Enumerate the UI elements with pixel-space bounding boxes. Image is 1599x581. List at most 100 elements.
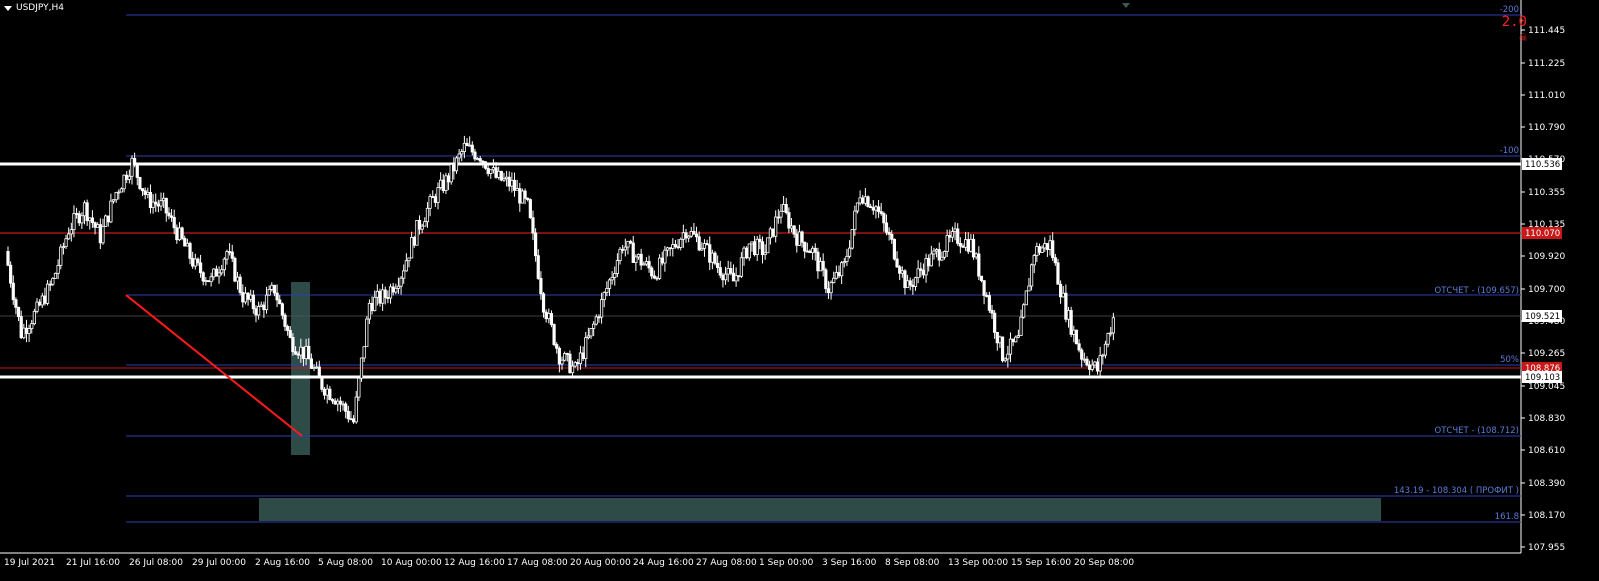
candle-body (700, 247, 704, 251)
candle-body (903, 270, 907, 289)
candle-body (752, 241, 757, 255)
candle-body (1088, 364, 1092, 370)
time-label: 10 Aug 00:00 (381, 558, 442, 568)
candle-body (428, 196, 432, 209)
candle-body (628, 240, 633, 244)
price-tick: 109.920 (1528, 252, 1565, 262)
candle-body (117, 191, 121, 194)
candle-body (927, 258, 931, 267)
candle-body (900, 270, 904, 274)
candle-body (11, 282, 15, 301)
candle-body (106, 215, 110, 223)
candle-body (961, 245, 965, 248)
candle-body (518, 188, 522, 204)
candle-body (800, 231, 804, 243)
candle-body (1011, 338, 1015, 343)
candle-body (842, 261, 846, 264)
candle-body (948, 235, 952, 238)
candle-body (35, 301, 39, 312)
candle-body (143, 190, 147, 195)
candle-body (257, 305, 261, 316)
tag-red: 110.070 (1522, 227, 1562, 239)
candle-body (185, 242, 189, 247)
candle-body (618, 248, 622, 261)
candle-body (745, 247, 749, 259)
fib-label-report-upper: ОТСЧЕТ - (109.657) (1435, 286, 1519, 296)
candle-body (694, 233, 699, 238)
candle-body (249, 294, 253, 300)
candle-body (787, 212, 791, 229)
tag-current-text: 109.521 (1525, 312, 1560, 322)
candle-body (958, 243, 962, 247)
candle-body (776, 216, 780, 219)
candle-body (966, 239, 970, 252)
candle-body (378, 290, 382, 304)
candle-body (67, 233, 71, 240)
candle-body (217, 272, 221, 277)
candle-body (774, 216, 778, 237)
time-label: 17 Aug 08:00 (507, 558, 568, 568)
candle-body (61, 246, 66, 249)
candle-body (597, 316, 601, 319)
candle-body (547, 313, 551, 320)
candle-body (402, 270, 406, 279)
candle-body (919, 268, 923, 271)
candle-body (286, 326, 290, 331)
candle-body (739, 257, 743, 277)
candle-body (444, 175, 448, 191)
candle-body (212, 268, 216, 278)
candle-body (721, 274, 725, 281)
candle-body (399, 277, 403, 287)
candle-body (1014, 336, 1018, 343)
candle-body (336, 400, 340, 405)
candle-body (515, 188, 519, 191)
candle-body (723, 273, 728, 281)
time-axis[interactable]: 19 Jul 2021 21 Jul 16:00 26 Jul 08:00 29… (4, 558, 1134, 568)
chevron-down-icon[interactable] (4, 5, 12, 11)
symbol-title[interactable]: USDJPY,H4 (4, 3, 64, 13)
candle-body (346, 410, 350, 420)
candle-body (98, 224, 102, 244)
candle-body (333, 400, 337, 405)
candle-body (1043, 243, 1047, 249)
candle-body (146, 191, 150, 195)
candle-body (979, 275, 984, 282)
candle-body (125, 174, 129, 180)
candle-body (494, 167, 498, 178)
tag-low: 109.103 (1522, 371, 1562, 383)
candle-body (135, 164, 139, 178)
price-tick: 109.265 (1528, 349, 1565, 359)
candle-body (227, 251, 232, 254)
candle-body (93, 222, 97, 228)
price-tick: 110.790 (1528, 123, 1565, 133)
candle-body (528, 199, 532, 219)
candle-body (77, 213, 81, 224)
candle-body (88, 217, 92, 222)
tag-high-text: 110.536 (1525, 160, 1560, 170)
candle-body (929, 253, 933, 267)
candle-body (251, 294, 255, 310)
candle-body (138, 177, 142, 189)
candle-body (449, 164, 453, 183)
candle-body (164, 197, 168, 214)
candle-body (415, 219, 419, 246)
candle-body (687, 235, 691, 239)
candle-body (747, 243, 751, 259)
candle-body (840, 262, 844, 277)
price-chart[interactable]: -200 -100 ОТСЧЕТ - (109.657) 50% ОТСЧЕТ … (0, 0, 1599, 581)
candle-body (16, 306, 21, 317)
candle-body (85, 202, 89, 222)
candle-body (526, 197, 530, 200)
candle-body (32, 310, 36, 325)
candle-body (1024, 290, 1028, 306)
candle-body (1098, 355, 1102, 372)
candle-body (869, 206, 873, 208)
tag-high: 110.536 (1522, 158, 1562, 170)
candle-body (789, 225, 794, 229)
candle-body (238, 276, 242, 293)
candle-body (568, 353, 572, 374)
candle-body (225, 251, 229, 260)
candle-body (367, 302, 372, 320)
candle-body (454, 157, 459, 172)
time-label: 3 Sep 16:00 (822, 558, 877, 568)
